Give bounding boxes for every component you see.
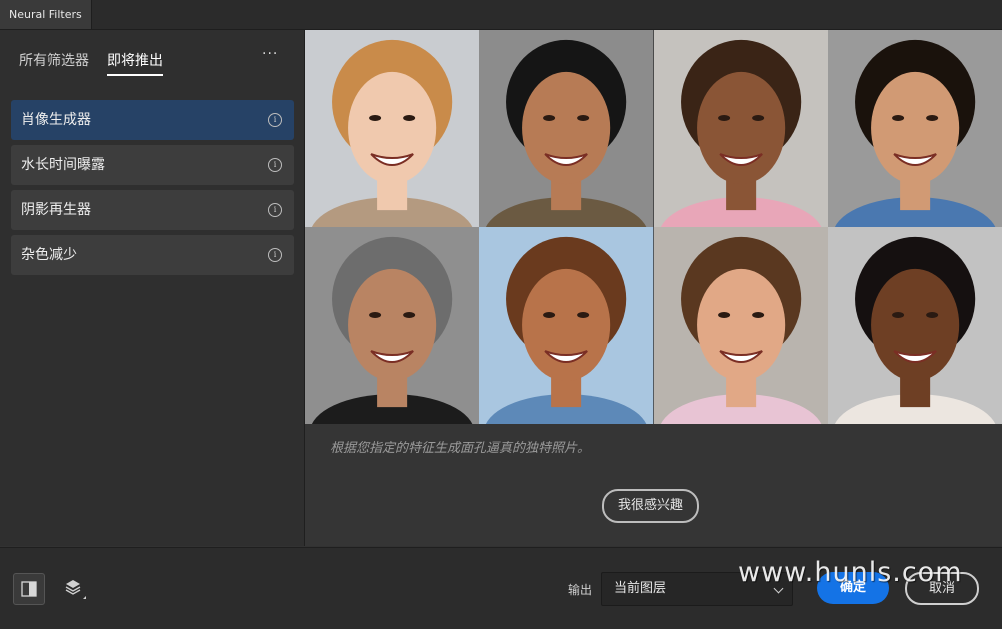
info-icon[interactable]: i (268, 158, 282, 172)
info-icon[interactable]: i (268, 113, 282, 127)
portrait-image (827, 30, 1002, 227)
more-options-button[interactable]: ··· (262, 46, 278, 62)
portrait-preview-grid (305, 30, 1002, 424)
filter-item-label: 杂色减少 (21, 247, 77, 263)
info-icon[interactable]: i (268, 248, 282, 262)
tab-all-filters[interactable]: 所有筛选器 (19, 50, 89, 76)
portrait-image (305, 227, 480, 424)
tab-coming-soon[interactable]: 即将推出 (107, 50, 163, 76)
filter-item-label: 水长时间曝露 (21, 157, 105, 173)
output-select-value: 当前图层 (614, 581, 667, 596)
filter-item-noise-reduction[interactable]: 杂色减少 i (11, 235, 294, 275)
filter-item-long-exposure[interactable]: 水长时间曝露 i (11, 145, 294, 185)
portrait-image (305, 30, 480, 227)
title-bar: Neural Filters (0, 0, 1002, 30)
filter-item-shadow-regenerator[interactable]: 阴影再生器 i (11, 190, 294, 230)
portrait-image (479, 227, 654, 424)
info-icon[interactable]: i (268, 203, 282, 217)
portrait-image (827, 227, 1002, 424)
portrait-image (653, 227, 828, 424)
filter-item-label: 肖像生成器 (21, 112, 91, 128)
portrait-image (479, 30, 654, 227)
output-label: 输出 (568, 583, 593, 597)
interest-button[interactable]: 我很感兴趣 (602, 489, 700, 523)
window-title-tab[interactable]: Neural Filters (0, 0, 92, 29)
watermark: www.hunls.com (738, 557, 963, 588)
preview-panel: 根据您指定的特征生成面孔逼真的独特照片。 我很感兴趣 (305, 30, 1002, 546)
filter-item-portrait-generator[interactable]: 肖像生成器 i (11, 100, 294, 140)
compare-icon[interactable] (13, 573, 45, 605)
filter-list: 肖像生成器 i 水长时间曝露 i 阴影再生器 i 杂色减少 i (11, 100, 294, 280)
filter-sidebar: 所有筛选器 即将推出 ··· 肖像生成器 i 水长时间曝露 i 阴影再生器 i … (0, 30, 305, 546)
filter-tabs: 所有筛选器 即将推出 (19, 50, 163, 76)
filter-item-label: 阴影再生器 (21, 202, 91, 218)
portrait-image (653, 30, 828, 227)
layers-icon[interactable] (60, 573, 90, 603)
filter-description: 根据您指定的特征生成面孔逼真的独特照片。 (330, 441, 591, 456)
footer-bar: 输出 当前图层 确定 取消 www.hunls.com (0, 547, 1002, 629)
